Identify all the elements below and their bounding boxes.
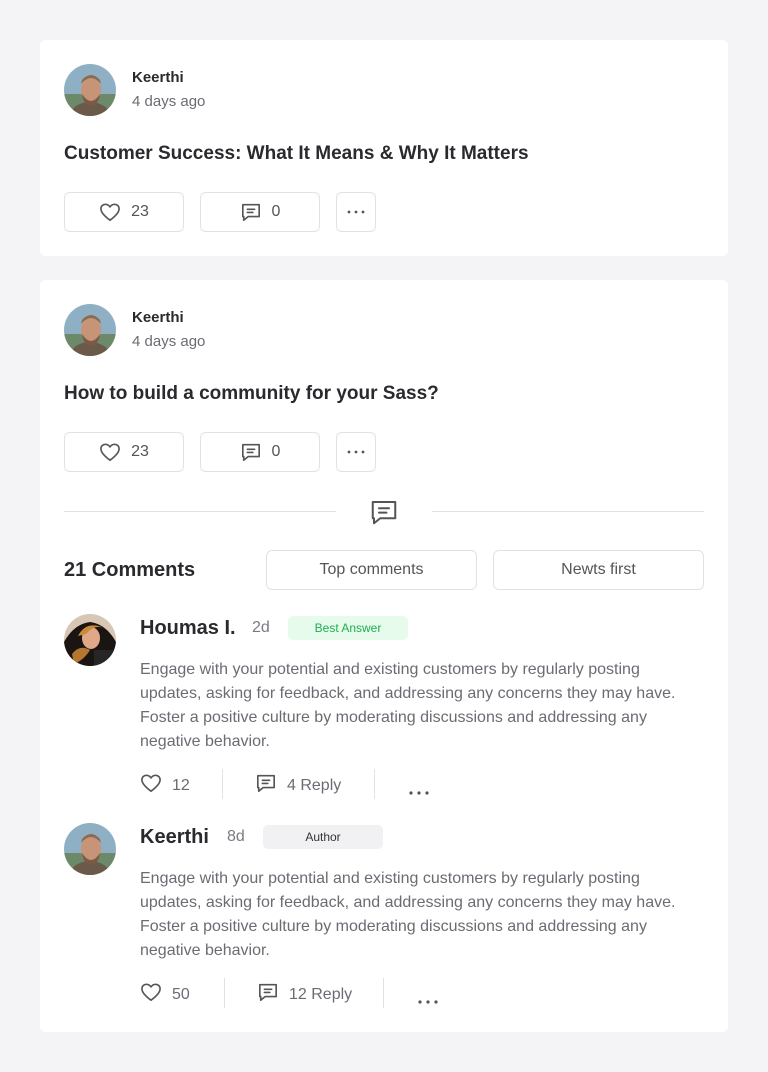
comment-icon [240, 442, 262, 462]
post-card: Keerthi 4 days ago Customer Success: Wha… [40, 40, 728, 256]
like-button[interactable]: 23 [64, 192, 184, 232]
like-button[interactable]: 23 [64, 432, 184, 472]
more-dots-icon[interactable] [418, 991, 438, 1009]
comment-body: Engage with your potential and existing … [140, 870, 676, 959]
reply-button[interactable]: 4 Reply [255, 773, 341, 798]
post-timestamp: 4 days ago [132, 93, 206, 110]
commenter-name[interactable]: Keerthi [140, 826, 209, 849]
comment-icon [257, 982, 279, 1007]
comment-like-count: 12 [172, 776, 190, 794]
post-title[interactable]: Customer Success: What It Means & Why It… [64, 143, 529, 165]
comment-button[interactable]: 0 [200, 192, 320, 232]
separator [383, 978, 384, 1008]
more-options-button[interactable] [336, 432, 376, 472]
comment-count: 0 [271, 203, 281, 220]
author-badge: Author [263, 825, 383, 849]
comment-icon [240, 202, 262, 222]
author-name[interactable]: Keerthi [132, 309, 184, 326]
like-count: 23 [131, 203, 149, 220]
author-avatar[interactable] [64, 304, 116, 356]
author-name[interactable]: Keerthi [132, 69, 184, 86]
comment-like-count: 50 [172, 985, 190, 1003]
comments-count: 21 Comments [64, 559, 196, 581]
divider [64, 511, 336, 512]
post-card: Keerthi 4 days ago How to build a commun… [40, 280, 728, 1032]
divider [432, 511, 704, 512]
comment-icon [369, 498, 399, 531]
more-dots-icon [347, 210, 365, 214]
sort-top-comments-button[interactable]: Top comments [266, 550, 477, 590]
commenter-name[interactable]: Houmas I. [140, 617, 236, 640]
reply-button[interactable]: 12 Reply [257, 982, 352, 1007]
reply-count: 12 Reply [289, 985, 353, 1003]
comment-like-button[interactable]: 12 [140, 773, 190, 798]
commenter-avatar[interactable] [64, 823, 116, 875]
commenter-avatar[interactable] [64, 614, 116, 666]
sort-newest-first-button[interactable]: Newts first [493, 550, 704, 590]
heart-icon [99, 442, 121, 462]
separator [374, 769, 375, 799]
heart-icon [140, 773, 162, 798]
comment-icon [255, 773, 277, 798]
post-title[interactable]: How to build a community for your Sass? [64, 383, 439, 405]
like-count: 23 [131, 443, 149, 460]
separator [222, 769, 223, 799]
more-dots-icon[interactable] [409, 782, 429, 800]
heart-icon [140, 982, 162, 1007]
comment-button[interactable]: 0 [200, 432, 320, 472]
reply-count: 4 Reply [287, 776, 342, 794]
best-answer-badge: Best Answer [288, 616, 408, 640]
more-options-button[interactable] [336, 192, 376, 232]
separator [224, 978, 225, 1008]
comment-age: 2d [252, 619, 270, 636]
post-timestamp: 4 days ago [132, 333, 206, 350]
comment-body: Engage with your potential and existing … [140, 661, 676, 750]
more-dots-icon [347, 450, 365, 454]
comment-count: 0 [271, 443, 281, 460]
comment-age: 8d [227, 828, 245, 845]
comment-like-button[interactable]: 50 [140, 982, 190, 1007]
heart-icon [99, 202, 121, 222]
author-avatar[interactable] [64, 64, 116, 116]
